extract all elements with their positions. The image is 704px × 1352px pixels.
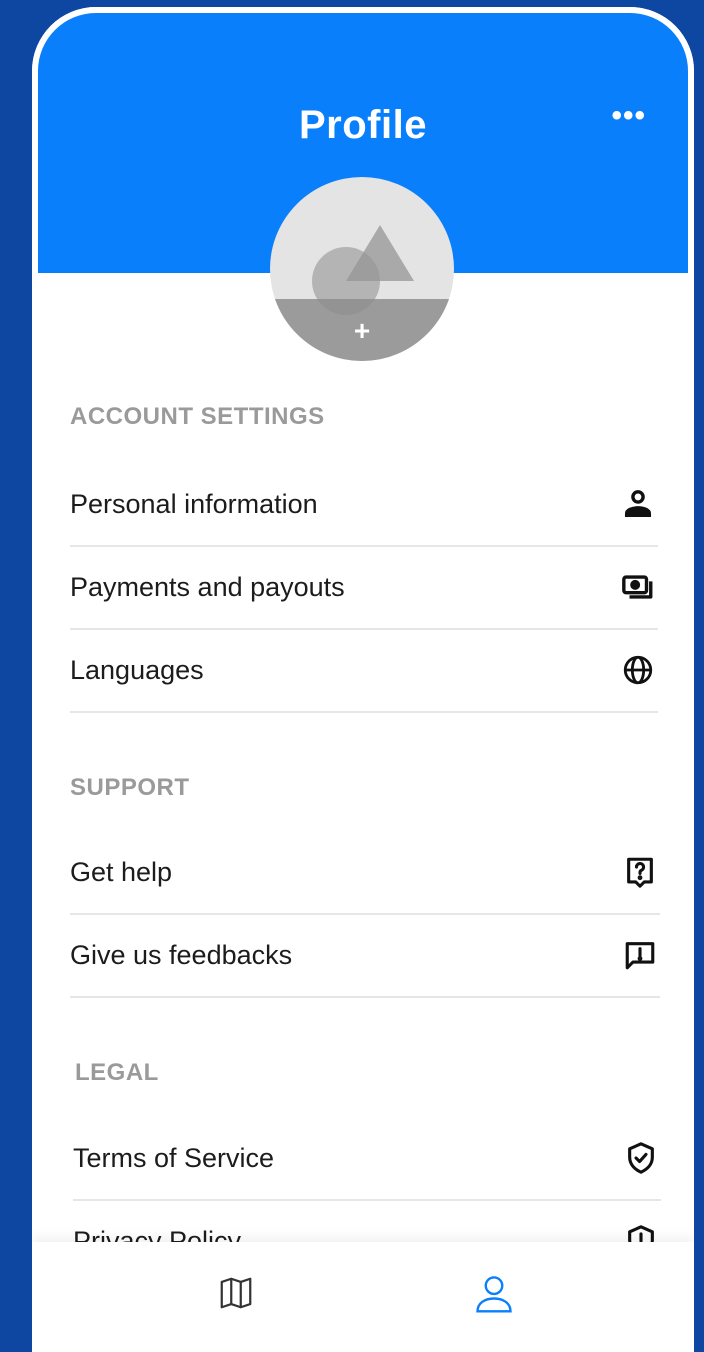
section-title-support: SUPPORT <box>70 774 190 801</box>
money-icon <box>618 567 658 607</box>
phone-screen: Profile ••• + ACCOUNT SETTINGS Personal … <box>32 7 694 1352</box>
menu-item-label: Languages <box>70 654 204 685</box>
add-photo-icon[interactable]: + <box>270 315 454 347</box>
person-icon <box>618 484 658 524</box>
section-title-account: ACCOUNT SETTINGS <box>70 403 325 430</box>
tab-profile[interactable] <box>469 1270 519 1320</box>
more-options-button[interactable]: ••• <box>611 99 646 133</box>
tab-map[interactable] <box>211 1270 261 1320</box>
menu-item-label: Payments and payouts <box>70 571 345 602</box>
menu-item-label: Give us feedbacks <box>70 939 293 970</box>
menu-item-personal-information[interactable]: Personal information <box>70 463 658 547</box>
menu-item-label: Personal information <box>70 488 318 519</box>
section-title-legal: LEGAL <box>75 1059 159 1086</box>
user-icon <box>472 1271 516 1320</box>
placeholder-triangle-shape <box>346 225 414 281</box>
bottom-tab-bar <box>32 1242 694 1352</box>
menu-item-get-help[interactable]: Get help <box>70 831 660 915</box>
feedback-icon <box>620 935 660 975</box>
globe-icon <box>618 650 658 690</box>
page-title: Profile <box>299 103 427 147</box>
avatar[interactable]: + <box>270 177 454 361</box>
menu-item-label: Get help <box>70 856 173 887</box>
menu-item-payments[interactable]: Payments and payouts <box>70 546 658 630</box>
menu-item-languages[interactable]: Languages <box>70 629 658 713</box>
map-icon <box>217 1274 255 1317</box>
menu-item-terms[interactable]: Terms of Service <box>73 1117 661 1201</box>
help-icon <box>620 852 660 892</box>
menu-item-feedback[interactable]: Give us feedbacks <box>70 914 660 998</box>
shield-check-icon <box>621 1138 661 1178</box>
menu-item-label: Terms of Service <box>73 1142 275 1173</box>
